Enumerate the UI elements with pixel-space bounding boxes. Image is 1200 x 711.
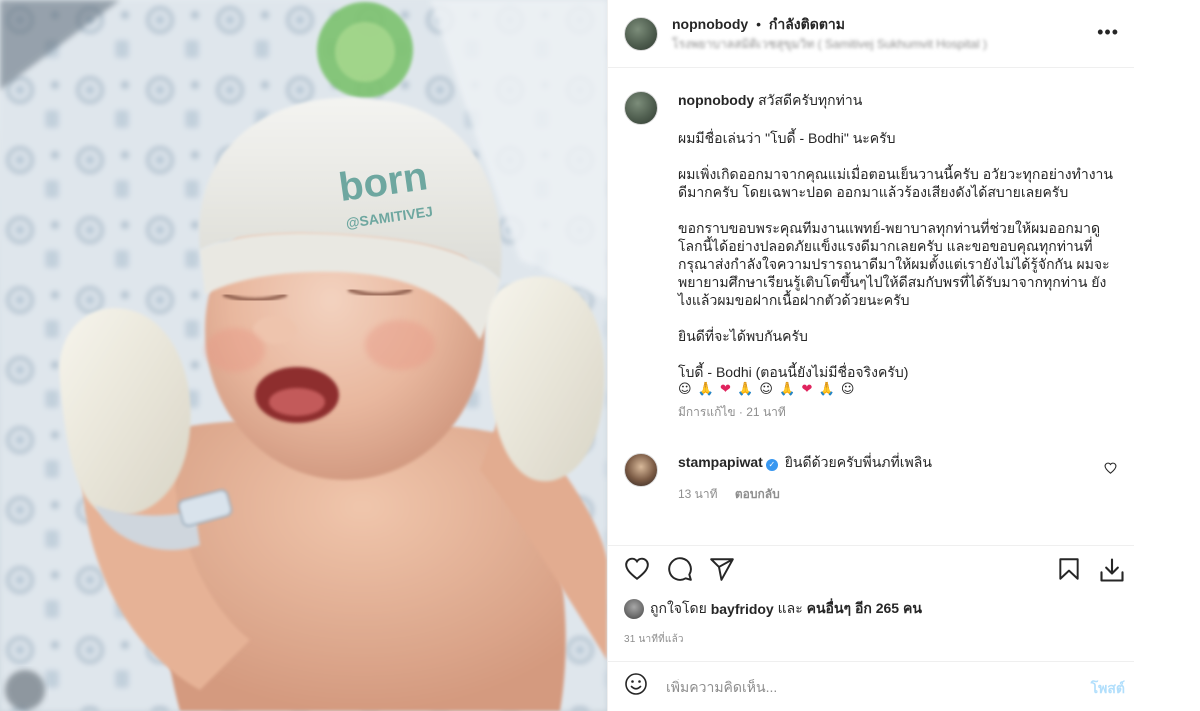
liker-username[interactable]: bayfridoy [711, 601, 774, 617]
emoji-heart: ❤ [801, 382, 814, 397]
share-button[interactable] [709, 556, 735, 587]
likes-summary: ถูกใจโดย bayfridoy และ คนอื่นๆ อีก 265 ค… [624, 598, 922, 620]
verified-icon: ✓ [765, 459, 778, 471]
comment-like-button[interactable] [1104, 461, 1117, 479]
commenter-username[interactable]: stampapiwat [678, 454, 763, 470]
smile-icon [625, 673, 647, 695]
post-details-panel: nopnobody • กำลังติดตาม โรงพยาบาลสมิติเว… [607, 0, 1135, 711]
commenter-avatar[interactable] [624, 453, 658, 487]
likes-prefix: ถูกใจโดย [650, 600, 707, 616]
comment-text-line: stampapiwat ✓ ยินดีด้วยครับพี่นภที่เพลิน [678, 453, 932, 471]
caption-paragraph: ผมมีชื่อเล่นว่า "โบดี้ - Bodhi" นะครับ [678, 130, 896, 146]
comment-body: stampapiwat ✓ ยินดีด้วยครับพี่นภที่เพลิน … [678, 453, 932, 503]
download-button[interactable] [1098, 556, 1126, 589]
caption-signature: โบดี้ - Bodhi (ตอนนี้ยังไม่มีชื่อจริงครั… [678, 364, 909, 380]
comment-icon [668, 557, 692, 581]
emoji-smile: ☺ [759, 382, 774, 397]
like-button[interactable] [624, 556, 650, 587]
emoji-smile: ☺ [840, 382, 856, 397]
comment-button[interactable] [667, 556, 693, 587]
caption-emoji-line: ☺ 🙏 ❤ 🙏 ☺ 🙏 ❤ 🙏 ☺ [678, 381, 1118, 399]
post-timestamp[interactable]: 31 นาทีที่แล้ว [624, 632, 684, 647]
location-link[interactable]: โรงพยาบาลสมิติเวชสุขุมวิท ( Samitivej Su… [672, 35, 987, 53]
caption-greeting: สวัสดีครับทุกท่าน [758, 92, 863, 108]
save-button[interactable] [1056, 556, 1082, 587]
action-bar [608, 545, 1135, 595]
heart-icon [1104, 462, 1117, 474]
caption-paragraph: ขอกราบขอบพระคุณทีมงานแพทย์-พยาบาลทุกท่าน… [678, 220, 1110, 308]
author-avatar[interactable] [624, 16, 658, 51]
caption-body: nopnobody สวัสดีครับทุกท่าน ผมมีชื่อเล่น… [678, 91, 1118, 421]
bookmark-icon [1059, 558, 1079, 580]
emoji-smile: ☺ [678, 382, 693, 397]
comment-input[interactable] [666, 678, 1056, 695]
emoji-picker-button[interactable] [624, 672, 648, 701]
separator-dot: • [756, 15, 761, 32]
reply-button[interactable]: ตอบกลับ [735, 487, 780, 501]
emoji-pray: 🙏 [779, 382, 797, 397]
caption-first-line: nopnobody สวัสดีครับทุกท่าน [678, 91, 1118, 109]
post-comment-button[interactable]: โพสต์ [1091, 678, 1125, 700]
caption: nopnobody สวัสดีครับทุกท่าน ผมมีชื่อเล่น… [624, 91, 1119, 421]
baby-photo-illustration: born @SAMITIVEJ [0, 0, 607, 711]
caption-username[interactable]: nopnobody [678, 92, 754, 108]
author-username[interactable]: nopnobody [672, 16, 748, 32]
caption-paragraph: ผมเพิ่งเกิดออกมาจากคุณแม่เมื่อตอนเย็นวาน… [678, 166, 1113, 200]
author-meta: nopnobody • กำลังติดตาม โรงพยาบาลสมิติเว… [672, 15, 987, 53]
likes-others-link[interactable]: คนอื่นๆ อีก 265 คน [807, 598, 922, 620]
comment-time: 13 นาที [678, 487, 718, 501]
emoji-heart: ❤ [720, 382, 732, 397]
emoji-pray: 🙏 [818, 382, 836, 397]
likes-middle: และ [777, 600, 803, 616]
comment-text: ยินดีด้วยครับพี่นภที่เพลิน [784, 454, 932, 470]
caption-edited-time: มีการแก้ไข · 21 นาที [678, 405, 786, 419]
post-photo[interactable]: born @SAMITIVEJ [0, 0, 607, 711]
heart-icon [625, 557, 649, 580]
author-line: nopnobody • กำลังติดตาม [672, 15, 987, 33]
emoji-pray: 🙏 [737, 382, 755, 397]
download-icon [1100, 558, 1124, 582]
more-icon: ••• [1097, 22, 1119, 42]
add-comment-bar: โพสต์ [608, 661, 1135, 711]
emoji-pray: 🙏 [697, 382, 715, 397]
comment-meta: 13 นาที ตอบกลับ [678, 485, 932, 503]
post-header: nopnobody • กำลังติดตาม โรงพยาบาลสมิติเว… [608, 0, 1135, 68]
more-options-button[interactable]: ••• [1097, 22, 1119, 43]
comments-section[interactable]: nopnobody สวัสดีครับทุกท่าน ผมมีชื่อเล่น… [608, 69, 1135, 545]
liker-avatar[interactable] [624, 599, 644, 619]
share-icon [710, 558, 734, 581]
page-background [1134, 0, 1200, 711]
caption-paragraph: ยินดีที่จะได้พบกันครับ [678, 328, 808, 344]
following-button[interactable]: กำลังติดตาม [769, 16, 845, 32]
comment: stampapiwat ✓ ยินดีด้วยครับพี่นภที่เพลิน … [624, 453, 1119, 503]
caption-author-avatar[interactable] [624, 91, 658, 125]
